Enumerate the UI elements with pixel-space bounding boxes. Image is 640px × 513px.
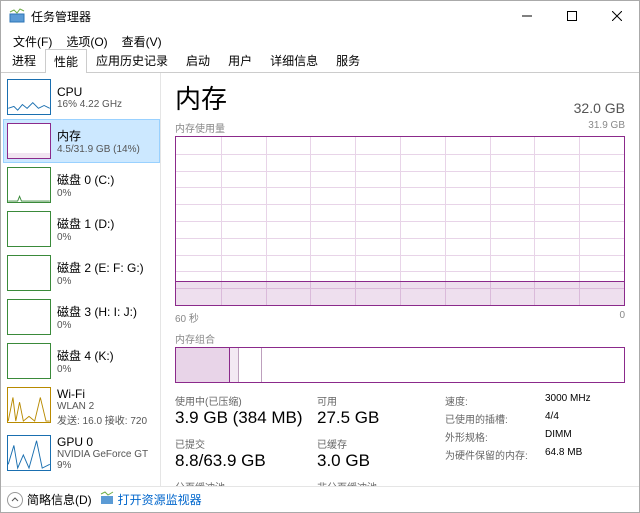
tab-services[interactable]: 服务	[327, 48, 369, 72]
time-axis-left: 60 秒	[175, 310, 199, 325]
fewer-details-button[interactable]: 简略信息(D)	[7, 491, 92, 508]
tab-processes[interactable]: 进程	[3, 48, 45, 72]
close-button[interactable]	[594, 1, 639, 31]
sidebar-label: 磁盘 1 (D:)	[57, 215, 114, 232]
sidebar-sub: 0%	[57, 320, 137, 331]
sidebar-item-disk3[interactable]: 磁盘 3 (H: I: J:)0%	[3, 295, 160, 339]
maximize-button[interactable]	[549, 1, 594, 31]
detail-total: 32.0 GB	[574, 100, 625, 116]
sidebar-label: 磁盘 0 (C:)	[57, 171, 114, 188]
cpu-thumb-icon	[7, 79, 51, 115]
sidebar-sub: 0%	[57, 364, 114, 375]
window-title: 任务管理器	[31, 8, 504, 25]
minimize-button[interactable]	[504, 1, 549, 31]
disk-thumb-icon	[7, 167, 51, 203]
title-bar: 任务管理器	[1, 1, 639, 31]
sidebar-item-cpu[interactable]: CPU16% 4.22 GHz	[3, 75, 160, 119]
sidebar-item-memory[interactable]: 内存4.5/31.9 GB (14%)	[3, 119, 160, 163]
sidebar-item-disk4[interactable]: 磁盘 4 (K:)0%	[3, 339, 160, 383]
tab-strip: 进程 性能 应用历史记录 启动 用户 详细信息 服务	[1, 51, 639, 73]
stat-committed: 已提交8.8/63.9 GB	[175, 436, 303, 471]
sidebar-sub: 0%	[57, 232, 114, 243]
tab-performance[interactable]: 性能	[45, 49, 87, 73]
sidebar-item-gpu0[interactable]: GPU 0NVIDIA GeForce GT9%	[3, 431, 160, 475]
performance-sidebar[interactable]: CPU16% 4.22 GHz 内存4.5/31.9 GB (14%) 磁盘 0…	[1, 73, 161, 486]
sidebar-item-disk1[interactable]: 磁盘 1 (D:)0%	[3, 207, 160, 251]
sidebar-label: CPU	[57, 85, 122, 99]
memory-composition-chart[interactable]	[175, 347, 625, 383]
footer-bar: 简略信息(D) 打开资源监视器	[1, 486, 639, 512]
usage-label: 内存使用量	[175, 120, 225, 135]
resource-monitor-icon	[100, 491, 114, 508]
sidebar-sub: 0%	[57, 188, 114, 199]
sidebar-item-wifi[interactable]: Wi-FiWLAN 2发送: 16.0 接收: 720	[3, 383, 160, 431]
stat-paged: 分页缓冲池368 MB	[175, 479, 303, 486]
tab-app-history[interactable]: 应用历史记录	[87, 48, 177, 72]
detail-title: 内存	[175, 79, 227, 116]
disk-thumb-icon	[7, 211, 51, 247]
tab-details[interactable]: 详细信息	[261, 48, 327, 72]
gpu-thumb-icon	[7, 435, 51, 471]
sidebar-sub: 16% 4.22 GHz	[57, 99, 122, 110]
disk-thumb-icon	[7, 255, 51, 291]
sidebar-sub: 4.5/31.9 GB (14%)	[57, 144, 140, 155]
sidebar-sub: 发送: 16.0 接收: 720	[57, 412, 147, 427]
sidebar-sub: 0%	[57, 276, 144, 287]
time-axis-right: 0	[619, 310, 625, 325]
disk-thumb-icon	[7, 299, 51, 335]
sidebar-item-disk0[interactable]: 磁盘 0 (C:)0%	[3, 163, 160, 207]
detail-pane: 内存 32.0 GB 内存使用量 31.9 GB 60 秒 0 内存组合 使用中(已…	[161, 73, 639, 486]
sidebar-label: 磁盘 3 (H: I: J:)	[57, 303, 137, 320]
stat-available: 可用27.5 GB	[317, 393, 445, 428]
stat-in-use: 使用中(已压缩)3.9 GB (384 MB)	[175, 393, 303, 428]
tab-users[interactable]: 用户	[219, 48, 261, 72]
memory-thumb-icon	[7, 123, 51, 159]
wifi-thumb-icon	[7, 387, 51, 423]
combo-label: 内存组合	[175, 331, 215, 346]
info-slots: 已使用的插槽:4/4	[445, 411, 625, 426]
sidebar-sub: 9%	[57, 460, 148, 471]
info-form: 外形规格:DIMM	[445, 429, 625, 444]
chevron-up-icon	[7, 492, 23, 508]
sidebar-label: GPU 0	[57, 435, 148, 449]
sidebar-label: 内存	[57, 127, 140, 144]
open-resource-monitor-link[interactable]: 打开资源监视器	[100, 491, 202, 508]
info-hw-reserved: 为硬件保留的内存:64.8 MB	[445, 447, 625, 462]
stat-cached: 已缓存3.0 GB	[317, 436, 445, 471]
sidebar-label: Wi-Fi	[57, 387, 147, 401]
sidebar-label: 磁盘 2 (E: F: G:)	[57, 259, 144, 276]
sidebar-sub2: WLAN 2	[57, 401, 147, 412]
sidebar-label: 磁盘 4 (K:)	[57, 347, 114, 364]
sidebar-sub2: NVIDIA GeForce GT	[57, 449, 148, 460]
stat-nonpaged: 非分页缓冲池460 MB	[317, 479, 445, 486]
tab-startup[interactable]: 启动	[177, 48, 219, 72]
usage-max: 31.9 GB	[588, 120, 625, 135]
sidebar-item-disk2[interactable]: 磁盘 2 (E: F: G:)0%	[3, 251, 160, 295]
info-speed: 速度:3000 MHz	[445, 393, 625, 408]
task-manager-icon	[9, 8, 25, 24]
memory-usage-chart[interactable]	[175, 136, 625, 306]
disk-thumb-icon	[7, 343, 51, 379]
